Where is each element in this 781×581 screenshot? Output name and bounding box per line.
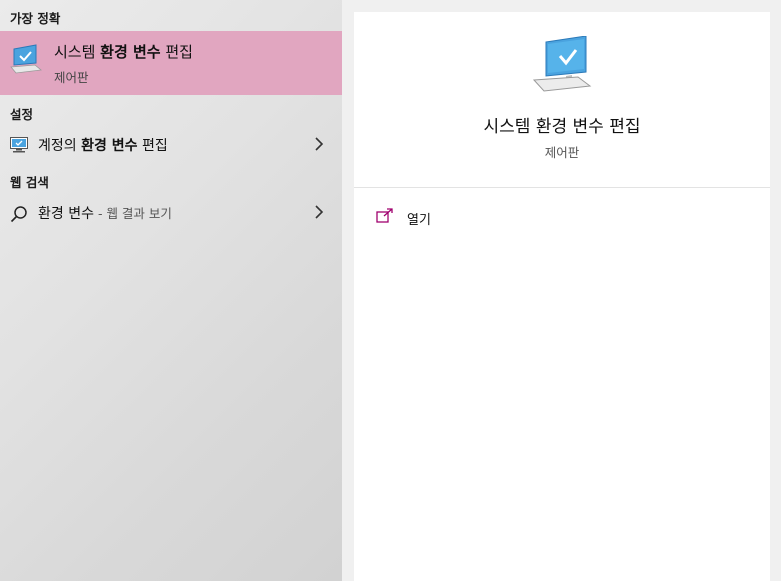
settings-result-label: 계정의 환경 변수 편집 <box>38 138 168 154</box>
web-search-result-item[interactable]: 환경 변수 - 웹 결과 보기 <box>0 197 342 229</box>
computer-monitor-icon <box>10 43 42 79</box>
search-results-pane: 가장 정확 시스템 환경 변수 편집 제어판 설정 계정의 환경 변수 편집 웹… <box>0 0 342 581</box>
settings-monitor-icon <box>10 137 28 157</box>
open-action-label: 열기 <box>407 213 431 228</box>
divider <box>354 187 770 188</box>
best-match-item[interactable]: 시스템 환경 변수 편집 제어판 <box>0 31 342 95</box>
preview-subtitle: 제어판 <box>544 145 580 160</box>
preview-title: 시스템 환경 변수 편집 <box>483 117 641 137</box>
computer-monitor-icon <box>532 35 594 96</box>
settings-header: 설정 <box>10 107 34 122</box>
open-action[interactable]: 열기 <box>376 206 496 230</box>
chevron-right-icon[interactable] <box>314 136 324 155</box>
settings-result-item[interactable]: 계정의 환경 변수 편집 <box>0 129 342 161</box>
search-icon <box>10 205 28 227</box>
best-match-subtitle: 제어판 <box>54 70 89 85</box>
best-match-header: 가장 정확 <box>10 11 61 26</box>
web-search-label: 환경 변수 - 웹 결과 보기 <box>38 206 172 222</box>
web-search-header: 웹 검색 <box>10 175 49 190</box>
chevron-right-icon[interactable] <box>314 204 324 223</box>
preview-pane: 시스템 환경 변수 편집 제어판 열기 <box>354 12 770 581</box>
open-icon <box>376 208 394 228</box>
best-match-title: 시스템 환경 변수 편집 <box>54 43 193 61</box>
